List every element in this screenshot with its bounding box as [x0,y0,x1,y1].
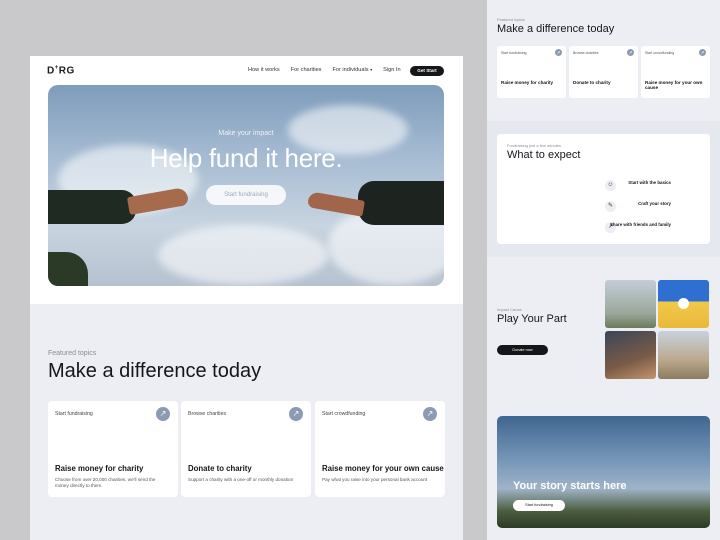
get-start-button[interactable]: Get Start [410,66,444,76]
featured-section: Featured topics Make a difference today … [30,304,463,540]
story-title: Your story starts here [513,480,627,492]
section-label: Featured topics [497,17,525,22]
arrow-up-right-icon[interactable]: ↗ [555,49,562,56]
nav-for-charities[interactable]: For charities [291,67,322,73]
chevron-down-icon: ▾ [370,67,373,72]
step-title: Share with friends and family [610,222,671,227]
hero-title: Help fund it here. [149,143,343,173]
section-title: Make a difference today [48,360,262,382]
step-basics: ☺ Start with the basics [601,177,675,194]
nav-how-it-works[interactable]: How it works [248,67,280,73]
pencil-icon: ✎ [605,201,616,212]
section-title: What to expect [507,149,581,161]
topic-card-charities[interactable]: Browse charities ↗ Donate to charity Sup… [181,401,311,497]
logo[interactable]: D+RG [47,65,75,76]
mini-card-crowdfunding[interactable]: Start crowdfunding ↗ Raise money for you… [641,46,710,98]
mini-card-charities[interactable]: Browse charities ↗ Donate to charity [569,46,638,98]
hero-banner: Make your impact Help fund it here. Star… [48,85,444,286]
section-title: Play Your Part [497,313,567,325]
tree-silhouette [48,252,88,286]
story-start-button[interactable]: Start fundraising [513,500,565,511]
side-panel-story: Your story starts here Start fundraising [487,405,720,540]
start-fundraising-button[interactable]: Start fundraising [206,185,286,205]
nav-sign-in[interactable]: Sign In [383,67,400,73]
card-label: Start crowdfunding [645,51,675,55]
nav-for-individuals[interactable]: For individuals ▾ [332,67,372,73]
nav-links: How it works For charities For individua… [248,67,401,73]
card-title: Raise money for your own cause [322,464,444,473]
tree-photo [605,280,656,328]
hero-subtitle: Make your impact [218,130,274,137]
cloud [158,225,328,285]
section-title: Make a difference today [497,23,615,35]
step-share: ↗ Share with friends and family [601,219,675,236]
mini-card-fundraising[interactable]: Start fundraising ↗ Raise money for char… [497,46,566,98]
step-title: Start with the basics [628,180,671,185]
ring-shape [678,298,689,309]
card-label: Start crowdfunding [322,411,366,417]
card-title: Raise money for charity [55,464,144,473]
horse-photo [658,331,709,379]
story-banner: Your story starts here Start fundraising [497,416,710,528]
blue-yellow-photo [658,280,709,328]
person-icon: ☺ [605,180,616,191]
logo-text-end: RG [58,65,75,77]
arrow-up-right-icon[interactable]: ↗ [699,49,706,56]
arrow-up-right-icon[interactable]: ↗ [627,49,634,56]
card-title: Donate to charity [188,464,252,473]
card-label: Start fundraising [501,51,527,55]
card-title: Raise money for your own cause [645,80,703,90]
arrow-up-right-icon[interactable]: ↗ [289,407,303,421]
nav-for-individuals-label: For individuals [332,67,369,73]
card-description: Pay what you raise into your personal ba… [322,477,428,482]
card-label: Browse charities [573,51,599,55]
top-nav: D+RG How it works For charities For indi… [30,56,463,86]
donate-now-button[interactable]: Donate now [497,345,548,355]
section-label: Impact Cause [497,307,522,312]
logo-text: D [47,65,55,77]
side-panel-topics: Featured topics Make a difference today … [487,0,720,121]
card-label: Start fundraising [55,411,93,417]
arrow-up-right-icon[interactable]: ↗ [156,407,170,421]
topic-card-crowdfunding[interactable]: Start crowdfunding ↗ Raise money for you… [315,401,445,497]
step-title: Craft your story [638,201,671,206]
right-sleeve [358,181,444,225]
person-dog-photo [605,331,656,379]
section-label: Featured topics [48,350,97,357]
card-description: Choose from over 20,000 charities, we'll… [55,477,156,488]
right-hand-image [307,191,365,217]
card-description: Support a charity with a one-off or mont… [188,477,294,482]
arrow-up-right-icon[interactable]: ↗ [423,407,437,421]
card-title: Raise money for charity [501,80,554,85]
step-story: ✎ Craft your story [601,198,675,215]
section-label: Fundraising just a few minutes [507,143,562,148]
left-sleeve [48,190,136,224]
topic-card-fundraising[interactable]: Start fundraising ↗ Raise money for char… [48,401,178,497]
card-title: Donate to charity [573,80,611,85]
card-label: Browse charities [188,411,227,417]
landing-page: D+RG How it works For charities For indi… [30,56,463,540]
